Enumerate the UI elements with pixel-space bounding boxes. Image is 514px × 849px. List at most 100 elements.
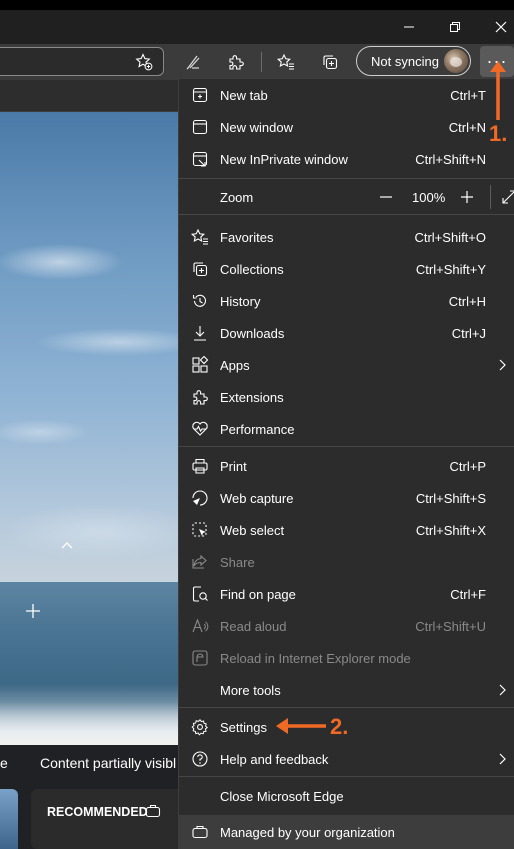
- chevron-right-icon: [499, 753, 506, 765]
- background-image-sky: [0, 112, 180, 582]
- zoom-out-button[interactable]: [377, 188, 395, 206]
- favorites-toolbar-button[interactable]: [271, 47, 301, 77]
- menu-item-shortcut: Ctrl+P: [449, 459, 486, 474]
- chevron-right-icon: [499, 684, 506, 696]
- zoom-in-button[interactable]: [458, 188, 476, 206]
- chevron-up-icon[interactable]: [60, 540, 76, 550]
- menu-item-label: Favorites: [220, 230, 274, 245]
- briefcase-icon: [191, 823, 209, 841]
- history-icon: [191, 292, 209, 310]
- toolbar-divider: [261, 52, 262, 72]
- menu-item-label: Performance: [220, 422, 295, 437]
- menu-divider: [178, 776, 514, 777]
- menu-item-label: Apps: [220, 358, 250, 373]
- step1-label: 1.: [489, 121, 508, 146]
- download-icon: [191, 324, 209, 342]
- menu-item-label: Web capture: [220, 491, 294, 506]
- heartbeat-icon: [191, 420, 209, 438]
- menu-item-label: New window: [220, 120, 293, 135]
- feed-tab-partial[interactable]: e: [0, 755, 8, 771]
- menu-item-new-tab[interactable]: New tab Ctrl+T: [178, 79, 514, 111]
- step2-arrow-icon: [276, 718, 326, 734]
- menu-item-help-and-feedback[interactable]: Help and feedback: [178, 743, 514, 775]
- zoom-controls: 100%: [364, 181, 514, 213]
- puzzle-icon: [191, 388, 209, 406]
- menu-item-shortcut: Ctrl+Shift+X: [415, 523, 486, 538]
- share-icon: [191, 553, 209, 571]
- zoom-divider: [490, 185, 491, 209]
- menu-item-label: Print: [220, 459, 247, 474]
- menu-item-history[interactable]: History Ctrl+H: [178, 285, 514, 317]
- feed-card-image[interactable]: [0, 789, 18, 849]
- menu-item-find-on-page[interactable]: Find on page Ctrl+F: [178, 578, 514, 610]
- menu-item-web-select[interactable]: Web select Ctrl+Shift+X: [178, 514, 514, 546]
- menu-item-label: Close Microsoft Edge: [220, 789, 344, 804]
- menu-item-web-capture[interactable]: Web capture Ctrl+Shift+S: [178, 482, 514, 514]
- menu-item-more-tools[interactable]: More tools: [178, 674, 514, 706]
- menu-item-label: Find on page: [220, 587, 296, 602]
- find-page-icon: [191, 585, 209, 603]
- add-favorite-icon[interactable]: [135, 53, 153, 71]
- menu-item-print[interactable]: Print Ctrl+P: [178, 450, 514, 482]
- content-visibility-menu[interactable]: Content partially visibl: [40, 755, 176, 771]
- menu-item-shortcut: Ctrl+Shift+Y: [415, 262, 486, 277]
- menu-divider: [178, 707, 514, 708]
- step1-arrow-icon: [490, 61, 506, 120]
- menu-item-downloads[interactable]: Downloads Ctrl+J: [178, 317, 514, 349]
- menu-item-reload-ie-mode: Reload in Internet Explorer mode: [178, 642, 514, 674]
- pen-icon: [186, 55, 200, 70]
- menu-item-label: Downloads: [220, 326, 285, 341]
- full-screen-button[interactable]: [500, 188, 514, 206]
- menu-item-close-microsoft-edge[interactable]: Close Microsoft Edge: [178, 780, 514, 812]
- recommended-card[interactable]: RECOMMENDED: [31, 789, 180, 849]
- menu-item-shortcut: Ctrl+Shift+S: [415, 491, 486, 506]
- web-capture-icon: [191, 489, 209, 507]
- menu-item-shortcut: Ctrl+J: [451, 326, 486, 341]
- menu-divider: [178, 446, 514, 447]
- collections-icon: [323, 55, 338, 70]
- menu-item-shortcut: Ctrl+Shift+O: [414, 230, 486, 245]
- menu-item-performance[interactable]: Performance: [178, 413, 514, 445]
- menu-divider: [178, 214, 514, 215]
- favorites-icon: [191, 228, 209, 246]
- menu-divider: [178, 178, 514, 179]
- collections-icon: [191, 260, 209, 278]
- read-aloud-toolbar-button[interactable]: [178, 47, 208, 77]
- menu-item-label: Managed by your organization: [220, 825, 395, 840]
- zoom-level: 100%: [412, 190, 446, 205]
- extensions-toolbar-button[interactable]: [221, 47, 251, 77]
- add-shortcut-icon[interactable]: [24, 602, 44, 622]
- menu-item-label: Share: [220, 555, 255, 570]
- menu-item-label: History: [220, 294, 261, 309]
- menu-item-new-window[interactable]: New window Ctrl+N: [178, 111, 514, 143]
- profile-button[interactable]: Not syncing: [356, 46, 471, 76]
- menu-item-share: Share: [178, 546, 514, 578]
- menu-item-new-inprivate-window[interactable]: New InPrivate window Ctrl+Shift+N: [178, 143, 514, 175]
- menu-item-collections[interactable]: Collections Ctrl+Shift+Y: [178, 253, 514, 285]
- menu-item-extensions[interactable]: Extensions: [178, 381, 514, 413]
- menu-item-label: Web select: [220, 523, 285, 538]
- close-icon: [495, 21, 507, 33]
- minimize-button[interactable]: [386, 10, 432, 44]
- feed-header: e Content partially visibl: [0, 745, 180, 781]
- collections-toolbar-button[interactable]: [315, 47, 345, 77]
- new-tab-icon: [191, 86, 209, 104]
- menu-item-managed[interactable]: Managed by your organization: [178, 816, 514, 848]
- new-window-icon: [191, 118, 209, 136]
- menu-item-label: More tools: [220, 683, 281, 698]
- ie-mode-icon: [191, 649, 209, 667]
- menu-item-zoom: Zoom 100%: [178, 181, 514, 213]
- menu-item-apps[interactable]: Apps: [178, 349, 514, 381]
- briefcase-icon: [145, 804, 161, 818]
- close-window-button[interactable]: [478, 10, 514, 44]
- favorites-star-icon: [277, 53, 294, 70]
- restore-icon: [450, 22, 460, 32]
- address-bar[interactable]: [0, 47, 164, 76]
- menu-item-favorites[interactable]: Favorites Ctrl+Shift+O: [178, 221, 514, 253]
- restore-button[interactable]: [432, 10, 478, 44]
- menu-item-shortcut: Ctrl+N: [448, 120, 486, 135]
- recommended-label: RECOMMENDED: [47, 805, 148, 819]
- menu-item-shortcut: Ctrl+T: [450, 88, 486, 103]
- chevron-right-icon: [499, 359, 506, 371]
- menu-item-label: New tab: [220, 88, 268, 103]
